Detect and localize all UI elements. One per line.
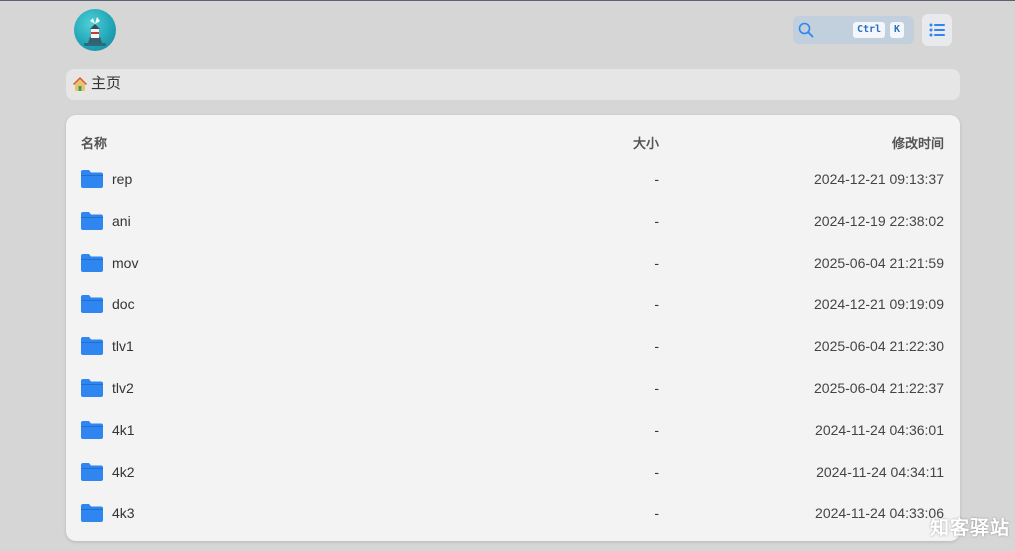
table-header: 名称 大小 修改时间	[66, 115, 960, 161]
file-size: -	[654, 255, 659, 271]
table-row[interactable]: tlv1 - 2025-06-04 21:22:30	[66, 326, 960, 368]
table-row[interactable]: 4k1 - 2024-11-24 04:36:01	[66, 410, 960, 452]
home-icon[interactable]	[72, 76, 88, 92]
file-modified: 2024-12-21 09:19:09	[814, 296, 944, 312]
list-icon	[929, 23, 945, 37]
table-row[interactable]: rep - 2024-12-21 09:13:37	[66, 159, 960, 201]
file-name: doc	[112, 296, 135, 312]
table-row[interactable]: mov - 2025-06-04 21:21:59	[66, 243, 960, 285]
shortcut-ctrl-key: Ctrl	[853, 22, 886, 38]
file-name: 4k1	[112, 422, 135, 438]
file-size: -	[654, 338, 659, 354]
file-modified: 2025-06-04 21:21:59	[814, 255, 944, 271]
folder-icon	[81, 504, 103, 522]
file-modified: 2025-06-04 21:22:37	[814, 380, 944, 396]
table-row[interactable]: tlv2 - 2025-06-04 21:22:37	[66, 368, 960, 410]
file-modified: 2025-06-04 21:22:30	[814, 338, 944, 354]
folder-icon	[81, 212, 103, 230]
header: Ctrl K	[0, 1, 1015, 59]
search-box[interactable]: Ctrl K	[793, 16, 914, 44]
file-list: 名称 大小 修改时间 rep - 2024-12-21 09:13:37 ani…	[66, 115, 960, 541]
column-header-size[interactable]: 大小	[633, 133, 659, 152]
file-name: rep	[112, 171, 133, 187]
file-size: -	[654, 422, 659, 438]
file-size: -	[654, 505, 659, 521]
file-modified: 2024-12-19 22:38:02	[814, 213, 944, 229]
file-size: -	[654, 296, 659, 312]
file-size: -	[654, 171, 659, 187]
column-header-name[interactable]: 名称	[81, 133, 107, 152]
file-name: mov	[112, 255, 139, 271]
table-row[interactable]: ani - 2024-12-19 22:38:02	[66, 201, 960, 243]
table-row[interactable]: doc - 2024-12-21 09:19:09	[66, 284, 960, 326]
file-modified: 2024-12-21 09:13:37	[814, 171, 944, 187]
shortcut-k-key: K	[890, 22, 905, 38]
folder-icon	[81, 463, 103, 481]
folder-icon	[81, 295, 103, 313]
file-size: -	[654, 213, 659, 229]
folder-icon	[81, 254, 103, 272]
folder-icon	[81, 170, 103, 188]
column-header-modified[interactable]: 修改时间	[892, 133, 944, 152]
file-name: 4k3	[112, 505, 135, 521]
file-size: -	[654, 380, 659, 396]
folder-icon	[81, 421, 103, 439]
watermark: 知客驿站	[930, 518, 1011, 539]
table-row[interactable]: 4k3 - 2024-11-24 04:33:06	[66, 493, 960, 535]
list-view-button[interactable]	[922, 14, 952, 46]
breadcrumb-home-label[interactable]: 主页	[91, 75, 121, 93]
lighthouse-logo[interactable]	[74, 9, 116, 51]
breadcrumb: 主页	[66, 69, 960, 100]
file-name: ani	[112, 213, 131, 229]
search-icon	[798, 22, 814, 38]
folder-icon	[81, 337, 103, 355]
folder-icon	[81, 379, 103, 397]
table-row[interactable]: 4k2 - 2024-11-24 04:34:11	[66, 452, 960, 494]
file-modified: 2024-11-24 04:33:06	[815, 505, 944, 521]
file-size: -	[654, 464, 659, 480]
file-modified: 2024-11-24 04:34:11	[816, 464, 944, 480]
file-modified: 2024-11-24 04:36:01	[815, 422, 944, 438]
file-name: tlv1	[112, 338, 134, 354]
file-name: tlv2	[112, 380, 134, 396]
file-name: 4k2	[112, 464, 135, 480]
